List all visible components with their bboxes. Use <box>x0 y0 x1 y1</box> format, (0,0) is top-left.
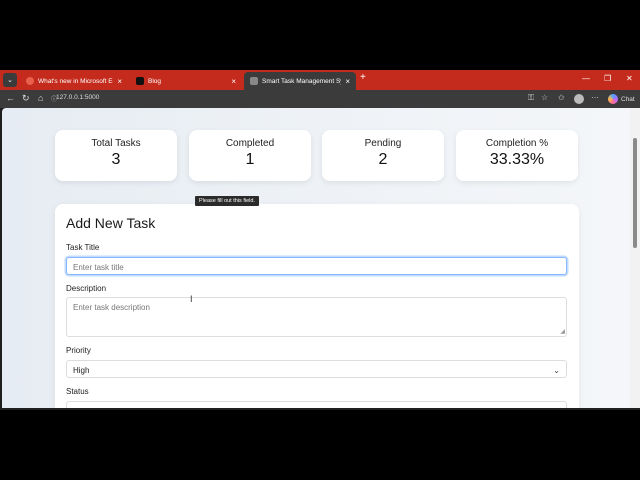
minimize-button[interactable]: — <box>582 74 590 83</box>
page-scrollbar[interactable] <box>630 108 640 408</box>
add-task-form: Add New Task Task Title Enter task title… <box>55 204 579 408</box>
avatar[interactable] <box>574 94 584 104</box>
status-label: Status <box>66 387 89 396</box>
page-viewport: Total Tasks 3 Completed 1 Pending 2 Comp… <box>2 108 630 408</box>
refresh-icon[interactable]: ↻ <box>22 93 30 104</box>
tab-smart-task[interactable]: Smart Task Management System × <box>244 72 356 90</box>
url-field[interactable]: 127.0.0.1:5000 <box>56 94 99 101</box>
new-tab-button[interactable]: + <box>360 72 366 83</box>
task-title-label: Task Title <box>66 243 100 252</box>
priority-value: High <box>73 366 90 375</box>
page-icon <box>250 77 258 85</box>
stat-completed: Completed 1 <box>189 130 311 181</box>
stat-title: Completed <box>225 138 275 149</box>
address-bar: ← ↻ ⌂ ⓘ 127.0.0.1:5000 ⚿ ☆ ✩ ⋯ Chat <box>0 90 640 108</box>
stat-title: Pending <box>364 138 402 149</box>
tab-label: Blog <box>148 77 162 85</box>
resize-handle-icon[interactable]: ◢ <box>560 328 565 335</box>
tab-actions-button[interactable]: ⌄ <box>3 73 17 87</box>
more-icon[interactable]: ⋯ <box>591 93 599 102</box>
tab-whats-new[interactable]: What's new in Microsoft Edge × <box>20 72 128 90</box>
chat-label: Chat <box>621 95 635 103</box>
key-icon[interactable]: ⚿ <box>528 93 534 103</box>
stat-value: 2 <box>378 151 388 168</box>
task-title-placeholder: Enter task title <box>73 263 124 272</box>
screen-frame: ⌄ What's new in Microsoft Edge × Blog × … <box>0 0 640 480</box>
tab-blog[interactable]: Blog × <box>130 72 242 90</box>
home-icon[interactable]: ⌂ <box>38 93 43 103</box>
restore-button[interactable]: ❐ <box>604 74 611 83</box>
stat-total-tasks: Total Tasks 3 <box>55 130 177 181</box>
edge-icon <box>26 77 34 85</box>
stat-value: 3 <box>111 151 121 168</box>
description-placeholder: Enter task description <box>73 303 150 312</box>
task-title-input[interactable]: Enter task title <box>66 257 567 275</box>
tab-label: Smart Task Management System <box>262 77 341 85</box>
tab-label: What's new in Microsoft Edge <box>38 77 113 85</box>
chevron-down-icon: ⌄ <box>7 77 13 84</box>
tab-bar: ⌄ What's new in Microsoft Edge × Blog × … <box>0 70 640 90</box>
close-window-button[interactable]: ✕ <box>626 74 633 83</box>
text-cursor-icon: I <box>190 294 193 304</box>
stat-title: Total Tasks <box>91 138 141 149</box>
close-icon[interactable]: × <box>345 77 350 86</box>
stat-pending: Pending 2 <box>322 130 444 181</box>
back-icon[interactable]: ← <box>6 93 15 103</box>
copilot-icon <box>608 94 618 104</box>
blog-icon <box>136 77 144 85</box>
status-select[interactable] <box>66 401 567 408</box>
scrollbar-thumb[interactable] <box>633 138 637 248</box>
close-icon[interactable]: × <box>231 77 236 86</box>
favorite-star-icon[interactable]: ☆ <box>541 93 548 102</box>
browser-window: ⌄ What's new in Microsoft Edge × Blog × … <box>0 70 640 410</box>
form-heading: Add New Task <box>66 215 156 231</box>
favorites-icon[interactable]: ✩ <box>558 93 565 102</box>
chevron-down-icon: ⌄ <box>553 366 560 375</box>
validation-tooltip: Please fill out this field. <box>195 196 259 206</box>
close-icon[interactable]: × <box>117 77 122 86</box>
priority-label: Priority <box>66 346 91 355</box>
stat-value: 1 <box>245 151 255 168</box>
stat-value: 33.33% <box>489 151 545 168</box>
description-textarea[interactable]: Enter task description ◢ <box>66 297 567 337</box>
priority-select[interactable]: High ⌄ <box>66 360 567 378</box>
stat-completion-percent: Completion % 33.33% <box>456 130 578 181</box>
description-label: Description <box>66 284 107 293</box>
chat-button[interactable]: Chat <box>608 94 635 104</box>
stat-title: Completion % <box>485 138 549 149</box>
